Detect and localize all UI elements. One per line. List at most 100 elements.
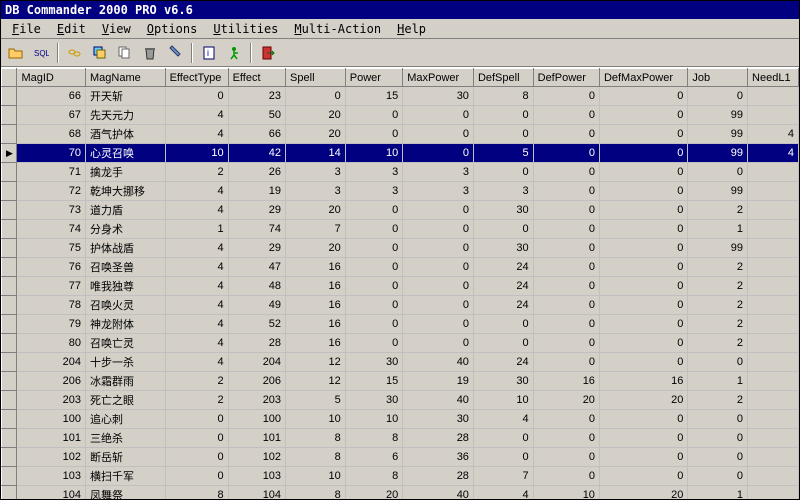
table-row[interactable]: ▶70心灵召唤104214100500994 [2, 144, 799, 163]
cell-Job[interactable]: 99 [688, 106, 748, 125]
cell-MagName[interactable]: 开天斩 [86, 87, 166, 106]
cell-MaxPower[interactable]: 19 [403, 372, 474, 391]
info-button[interactable]: i [198, 42, 220, 63]
cell-Spell[interactable]: 20 [286, 201, 346, 220]
cell-MagID[interactable]: 206 [17, 372, 86, 391]
table-row[interactable]: 73道力盾429200030002 [2, 201, 799, 220]
cell-EffectType[interactable]: 4 [165, 258, 228, 277]
cell-MagName[interactable]: 十步一杀 [86, 353, 166, 372]
cell-MagName[interactable]: 死亡之眼 [86, 391, 166, 410]
cell-Power[interactable]: 30 [345, 391, 402, 410]
cell-Spell[interactable]: 20 [286, 106, 346, 125]
cell-MagName[interactable]: 护体战盾 [86, 239, 166, 258]
cell-NeedL1[interactable]: 4 [748, 125, 799, 144]
cell-Effect[interactable]: 103 [228, 467, 285, 486]
cell-MagName[interactable]: 酒气护体 [86, 125, 166, 144]
cell-Effect[interactable]: 104 [228, 486, 285, 500]
col-header-MaxPower[interactable]: MaxPower [403, 69, 474, 87]
cell-Effect[interactable]: 66 [228, 125, 285, 144]
cell-EffectType[interactable]: 4 [165, 182, 228, 201]
cell-DefPower[interactable]: 0 [533, 258, 599, 277]
row-indicator[interactable] [2, 277, 17, 296]
cell-MagID[interactable]: 70 [17, 144, 86, 163]
cell-EffectType[interactable]: 4 [165, 296, 228, 315]
row-indicator[interactable] [2, 239, 17, 258]
cell-DefPower[interactable]: 10 [533, 486, 599, 500]
cell-EffectType[interactable]: 4 [165, 277, 228, 296]
cell-MagName[interactable]: 心灵召唤 [86, 144, 166, 163]
cell-MaxPower[interactable]: 36 [403, 448, 474, 467]
cell-DefMaxPower[interactable]: 0 [599, 315, 687, 334]
cell-Power[interactable]: 0 [345, 239, 402, 258]
cell-Job[interactable]: 0 [688, 467, 748, 486]
cell-MagID[interactable]: 72 [17, 182, 86, 201]
cell-DefSpell[interactable]: 24 [473, 277, 533, 296]
cell-DefMaxPower[interactable]: 0 [599, 125, 687, 144]
cell-MagName[interactable]: 召唤火灵 [86, 296, 166, 315]
cell-MaxPower[interactable]: 0 [403, 201, 474, 220]
row-indicator[interactable] [2, 201, 17, 220]
cell-Spell[interactable]: 10 [286, 410, 346, 429]
cell-Job[interactable]: 2 [688, 334, 748, 353]
cell-DefPower[interactable]: 0 [533, 315, 599, 334]
cell-NeedL1[interactable] [748, 353, 799, 372]
cell-DefMaxPower[interactable]: 20 [599, 486, 687, 500]
cell-EffectType[interactable]: 0 [165, 429, 228, 448]
cell-DefMaxPower[interactable]: 0 [599, 353, 687, 372]
cell-EffectType[interactable]: 4 [165, 239, 228, 258]
cell-Power[interactable]: 0 [345, 334, 402, 353]
table-row[interactable]: 75护体战盾4292000300099 [2, 239, 799, 258]
table-row[interactable]: 71擒龙手2263330000 [2, 163, 799, 182]
row-indicator[interactable] [2, 334, 17, 353]
row-indicator[interactable] [2, 182, 17, 201]
cell-Job[interactable]: 0 [688, 87, 748, 106]
cell-EffectType[interactable]: 2 [165, 163, 228, 182]
cell-Power[interactable]: 8 [345, 429, 402, 448]
cell-NeedL1[interactable] [748, 334, 799, 353]
cell-Power[interactable]: 0 [345, 106, 402, 125]
cell-DefSpell[interactable]: 24 [473, 353, 533, 372]
cell-Job[interactable]: 99 [688, 125, 748, 144]
table-row[interactable]: 78召唤火灵449160024002 [2, 296, 799, 315]
cell-NeedL1[interactable] [748, 201, 799, 220]
cell-DefMaxPower[interactable]: 0 [599, 239, 687, 258]
cell-MagName[interactable]: 召唤圣兽 [86, 258, 166, 277]
table-row[interactable]: 72乾坤大挪移41933330099 [2, 182, 799, 201]
cell-EffectType[interactable]: 4 [165, 334, 228, 353]
cell-DefSpell[interactable]: 0 [473, 125, 533, 144]
menu-help[interactable]: Help [390, 21, 433, 37]
cell-NeedL1[interactable]: 4 [748, 144, 799, 163]
cell-Spell[interactable]: 16 [286, 296, 346, 315]
cell-DefPower[interactable]: 0 [533, 106, 599, 125]
cell-Effect[interactable]: 23 [228, 87, 285, 106]
cell-Spell[interactable]: 8 [286, 486, 346, 500]
cell-Effect[interactable]: 26 [228, 163, 285, 182]
cell-MagName[interactable]: 先天元力 [86, 106, 166, 125]
open-folder-button[interactable] [5, 42, 27, 63]
cell-MagName[interactable]: 断岳斩 [86, 448, 166, 467]
cell-Effect[interactable]: 28 [228, 334, 285, 353]
cell-DefMaxPower[interactable]: 16 [599, 372, 687, 391]
cell-MagID[interactable]: 103 [17, 467, 86, 486]
row-indicator[interactable] [2, 410, 17, 429]
cell-MagName[interactable]: 乾坤大挪移 [86, 182, 166, 201]
cell-Spell[interactable]: 10 [286, 467, 346, 486]
table-row[interactable]: 68酒气护体4662000000994 [2, 125, 799, 144]
row-indicator[interactable] [2, 106, 17, 125]
row-indicator[interactable]: ▶ [2, 144, 17, 163]
cell-DefMaxPower[interactable]: 20 [599, 391, 687, 410]
cell-DefSpell[interactable]: 0 [473, 220, 533, 239]
menu-options[interactable]: Options [140, 21, 205, 37]
cell-Effect[interactable]: 48 [228, 277, 285, 296]
cell-MaxPower[interactable]: 0 [403, 220, 474, 239]
cell-MaxPower[interactable]: 40 [403, 486, 474, 500]
cell-Spell[interactable]: 8 [286, 429, 346, 448]
cell-DefSpell[interactable]: 4 [473, 486, 533, 500]
cell-Power[interactable]: 0 [345, 220, 402, 239]
cell-DefMaxPower[interactable]: 0 [599, 220, 687, 239]
cell-DefMaxPower[interactable]: 0 [599, 182, 687, 201]
col-header-Job[interactable]: Job [688, 69, 748, 87]
table-row[interactable]: 102断岳斩010286360000 [2, 448, 799, 467]
table-row[interactable]: 76召唤圣兽447160024002 [2, 258, 799, 277]
cell-EffectType[interactable]: 4 [165, 315, 228, 334]
